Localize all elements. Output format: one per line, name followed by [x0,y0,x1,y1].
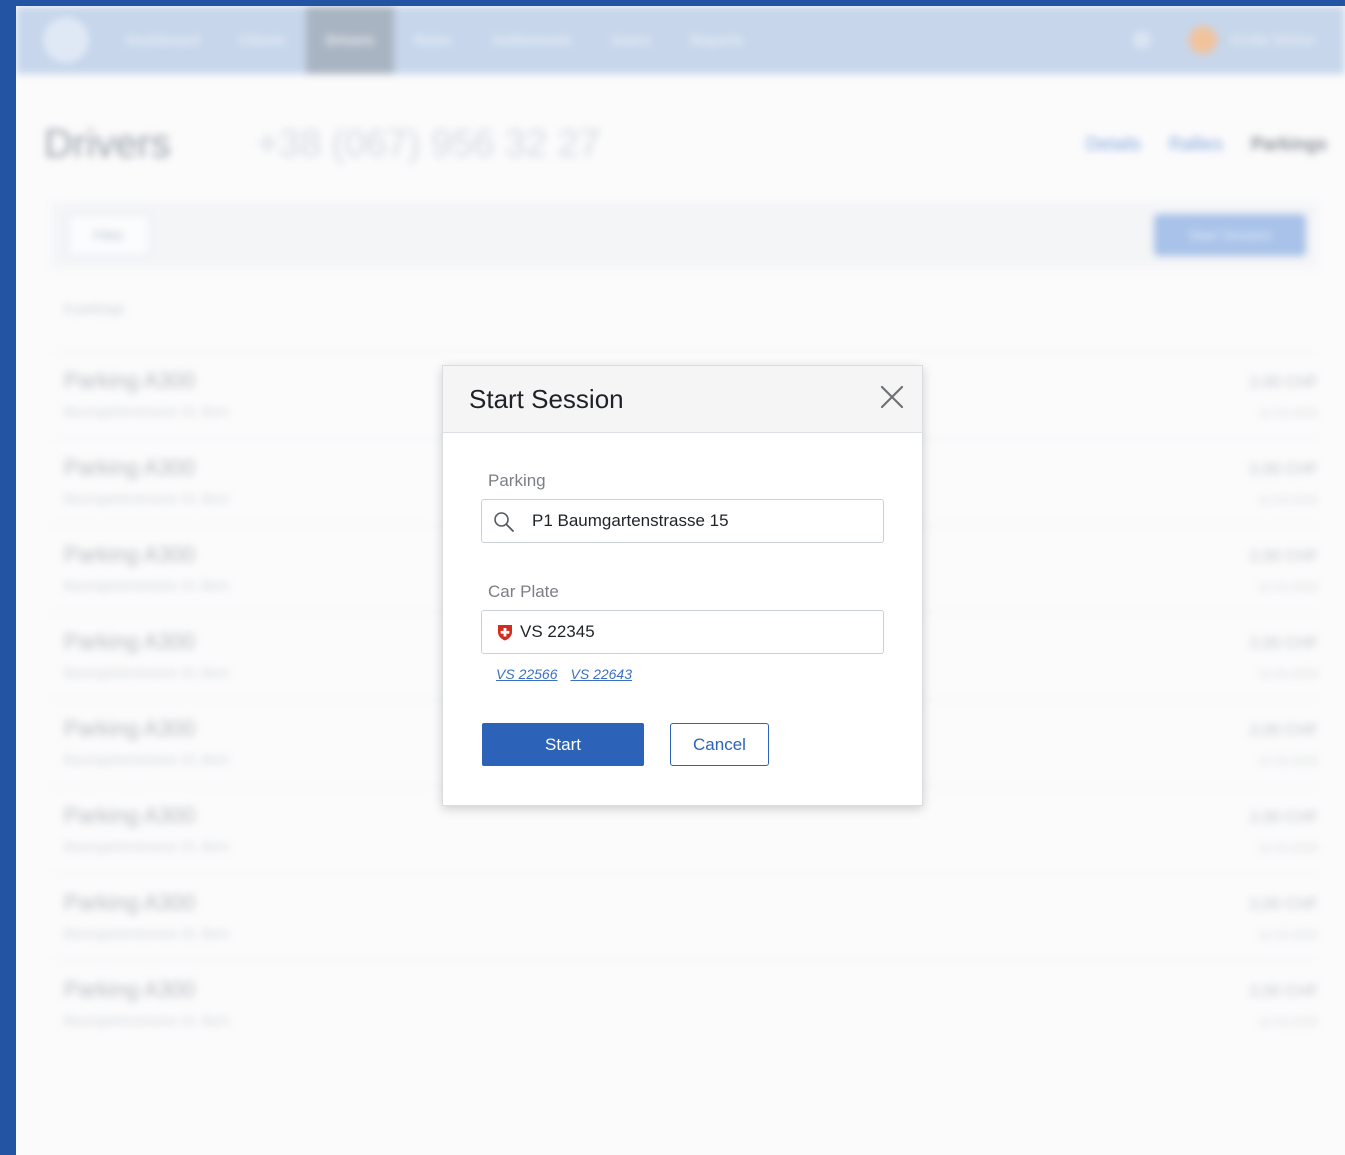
plate-suggestion-link[interactable]: VS 22643 [571,666,633,682]
row-subtitle: Baumgartenstrasse 15, Bern [64,752,230,767]
notification-icon[interactable] [1133,31,1152,49]
car-plate-label: Car Plate [488,582,559,601]
nav-item-users[interactable]: Users [592,6,671,74]
row-value: 2,00 CHF [1249,461,1318,478]
row-title: Parking A300 [64,890,195,915]
row-subtitle: Baumgartenstrasse 15, Bern [64,1013,230,1028]
search-icon [492,510,516,534]
row-value: 2,00 CHF [1249,983,1318,1000]
row-title: Parking A300 [64,368,195,393]
page-header: Drivers +38 (067) 956 32 27 Details Rall… [44,114,1327,174]
avatar[interactable] [1189,26,1218,54]
tab-details[interactable]: Details [1086,134,1141,155]
row-meta: 12.03.2020 [1257,841,1318,855]
start-button[interactable]: Start [482,723,644,766]
parking-field[interactable] [481,499,884,543]
nav-item-drivers[interactable]: Drivers [305,6,395,74]
app-window: Dashboard Clients Drivers Rates Settleme… [16,6,1345,1155]
cancel-button[interactable]: Cancel [670,723,769,766]
nav-item-settlements[interactable]: Settlements [472,6,591,74]
row-value: 2,00 CHF [1249,896,1318,913]
car-plate-input[interactable] [520,611,870,653]
nav-item-dashboard[interactable]: Dashboard [106,6,219,74]
tab-parkings[interactable]: Parkings [1251,134,1327,155]
row-subtitle: Baumgartenstrasse 15, Bern [64,665,230,680]
list-item[interactable]: Parking A300 Baumgartenstrasse 15, Bern … [52,960,1318,1047]
tab-rallies[interactable]: Rallies [1169,134,1223,155]
start-session-button[interactable]: Start Session [1154,214,1306,256]
row-subtitle: Baumgartenstrasse 15, Bern [64,839,230,854]
row-value: 2,00 CHF [1249,722,1318,739]
plate-suggestions: VS 22566 VS 22643 [496,666,632,682]
row-subtitle: Baumgartenstrasse 15, Bern [64,578,230,593]
row-value: 2,00 CHF [1249,635,1318,652]
row-value: 2,00 CHF [1249,548,1318,565]
row-subtitle: Baumgartenstrasse 15, Bern [64,926,230,941]
row-value: 2,00 CHF [1249,809,1318,826]
row-title: Parking A300 [64,542,195,567]
dialog-title: Start Session [469,383,624,414]
list-item[interactable]: Parking A300 Baumgartenstrasse 15, Bern … [52,873,1318,960]
row-title: Parking A300 [64,716,195,741]
username[interactable]: Emile Weber [1231,32,1317,49]
page-tabs: Details Rallies Parkings [1086,134,1327,155]
row-title: Parking A300 [64,803,195,828]
filter-button[interactable]: Filter [68,214,150,256]
result-count: 8 parkings [64,301,124,316]
dialog-header: Start Session [443,366,922,433]
row-meta: 12.03.2020 [1257,667,1318,681]
row-title: Parking A300 [64,455,195,480]
parking-input[interactable] [532,500,872,542]
nav-item-reports[interactable]: Reports [671,6,764,74]
car-plate-field[interactable] [481,610,884,654]
plate-suggestion-link[interactable]: VS 22566 [496,666,558,682]
row-meta: 12.03.2020 [1257,580,1318,594]
row-meta: 12.03.2020 [1257,1015,1318,1029]
row-meta: 12.03.2020 [1257,493,1318,507]
parking-label: Parking [488,471,546,490]
app-logo[interactable] [44,18,88,62]
row-title: Parking A300 [64,977,195,1002]
driver-phone: +38 (067) 956 32 27 [256,122,601,165]
swiss-flag-icon [497,624,513,641]
close-icon[interactable] [878,383,906,411]
row-subtitle: Baumgartenstrasse 15, Bern [64,404,230,419]
main-nav: Dashboard Clients Drivers Rates Settleme… [106,6,763,74]
row-meta: 12.03.2020 [1257,754,1318,768]
row-subtitle: Baumgartenstrasse 15, Bern [64,491,230,506]
user-area: Emile Weber [1133,26,1345,54]
row-meta: 12.03.2020 [1257,928,1318,942]
row-title: Parking A300 [64,629,195,654]
nav-item-clients[interactable]: Clients [219,6,306,74]
row-meta: 12.03.2020 [1257,406,1318,420]
row-value: 2,00 CHF [1249,374,1318,391]
top-navbar: Dashboard Clients Drivers Rates Settleme… [16,6,1345,74]
nav-item-rates[interactable]: Rates [394,6,472,74]
start-session-dialog: Start Session Parking Car Plate [442,365,923,806]
page-title: Drivers [44,121,171,166]
list-toolbar: Filter Start Session [52,202,1318,268]
